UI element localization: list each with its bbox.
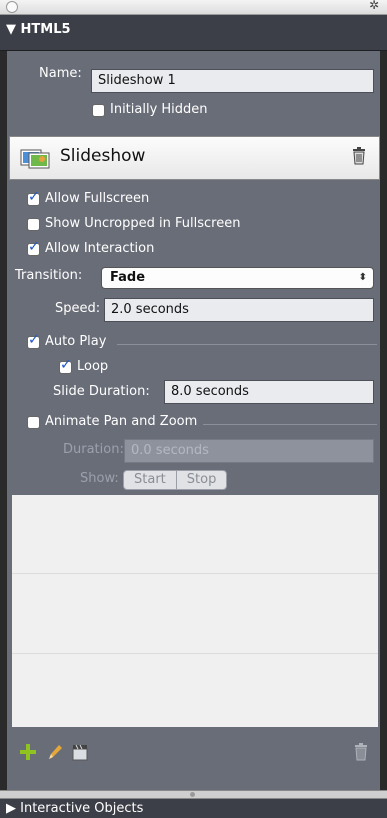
checkmark-icon: ✓ [28,239,40,255]
slideshow-widget-header: Slideshow [9,136,380,180]
slideshow-title: Slideshow [60,146,146,166]
duration-field: 0.0 seconds [124,439,374,463]
allow-fullscreen-label: Allow Fullscreen [45,191,150,206]
allow-interaction-label: Allow Interaction [45,241,155,256]
interactive-objects-header[interactable]: ▶ Interactive Objects [0,799,387,818]
transition-select[interactable]: Fade ⬍ [101,267,374,289]
animate-pan-zoom-checkbox[interactable] [27,416,40,429]
auto-play-label: Auto Play [45,334,107,349]
show-uncropped-checkbox[interactable] [27,218,40,231]
splitter-handle[interactable] [0,790,387,799]
show-uncropped-label: Show Uncropped in Fullscreen [45,216,241,231]
show-label: Show: [80,471,119,486]
checkmark-icon: ✓ [60,357,72,373]
transition-value: Fade [110,270,146,285]
clapboard-icon[interactable] [72,743,88,761]
separator [203,424,377,425]
trash-icon[interactable] [351,147,367,165]
interactive-objects-title: ▶ Interactive Objects [6,801,144,816]
slide-duration-field[interactable]: 8.0 seconds [164,380,374,404]
splitter-grip-icon [190,792,195,797]
pencil-icon[interactable] [47,743,63,761]
transition-label: Transition: [15,268,83,283]
list-row-divider [12,573,378,574]
allow-interaction-checkbox[interactable]: ✓ [27,239,40,256]
inspector-panel: Name: Slideshow 1 Initially Hidden Slide… [7,51,380,791]
loop-checkbox[interactable]: ✓ [59,357,72,374]
show-segmented-control: Start Stop [123,470,228,490]
section-title: ▼ HTML5 [6,22,71,37]
list-toolbar [7,731,380,786]
list-row-divider [12,653,378,654]
trash-icon[interactable] [354,743,368,761]
panel-titlebar: ✲ [0,0,387,15]
loop-label: Loop [77,359,109,374]
window-circle-icon[interactable] [6,1,18,13]
start-button[interactable]: Start [124,471,176,489]
checkmark-icon: ✓ [28,189,40,205]
separator [117,344,377,345]
allow-fullscreen-checkbox[interactable]: ✓ [27,189,40,206]
name-field[interactable]: Slideshow 1 [91,69,374,93]
slide-duration-label: Slide Duration: [53,384,150,399]
duration-label: Duration: [63,442,124,457]
stop-button[interactable]: Stop [175,471,227,489]
add-icon[interactable] [19,743,37,761]
initially-hidden-checkbox[interactable] [92,104,105,117]
html5-section-header[interactable]: ▼ HTML5 [0,15,387,51]
auto-play-checkbox[interactable]: ✓ [27,332,40,349]
animate-pan-zoom-label: Animate Pan and Zoom [45,414,198,429]
name-label: Name: [39,66,82,81]
slideshow-icon [20,149,50,169]
slides-list[interactable] [12,495,378,727]
checkmark-icon: ✓ [28,332,40,348]
initially-hidden-label: Initially Hidden [110,102,208,117]
gear-icon[interactable]: ✲ [369,0,379,12]
select-arrows-icon: ⬍ [358,272,367,283]
speed-field[interactable]: 2.0 seconds [104,298,374,322]
speed-label: Speed: [55,301,101,316]
